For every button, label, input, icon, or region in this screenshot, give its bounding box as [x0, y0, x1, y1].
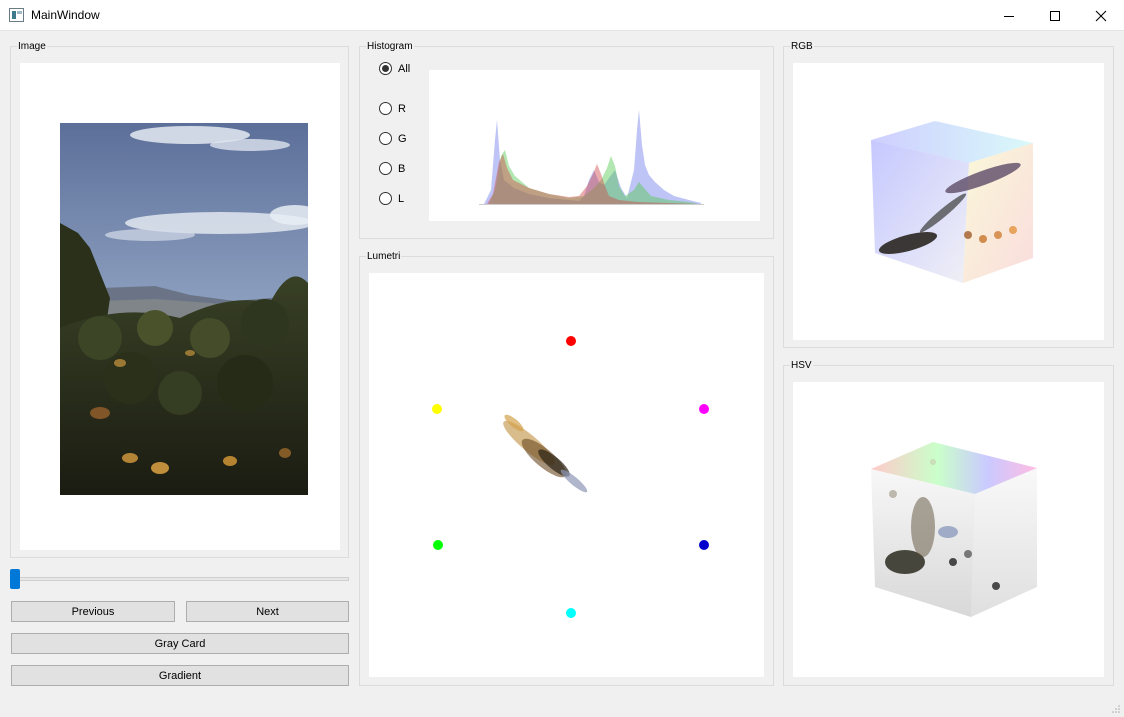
resize-grip-icon[interactable]	[1111, 704, 1121, 714]
rgb-cube	[871, 121, 1033, 283]
radio-all[interactable]: All	[379, 62, 410, 75]
image-group-title: Image	[17, 40, 47, 53]
radio-b[interactable]: B	[379, 162, 405, 175]
lumetri-point-cloud	[503, 414, 588, 493]
close-button[interactable]	[1078, 0, 1124, 31]
maximize-icon	[1050, 10, 1060, 21]
lumetri-target-yellow	[432, 404, 442, 414]
radio-all-indicator[interactable]	[379, 62, 392, 75]
lumetri-group-title: Lumetri	[366, 250, 402, 263]
hsv-view	[793, 382, 1104, 677]
radio-b-label: B	[398, 162, 406, 175]
app-icon	[9, 8, 24, 22]
hsv-group-title: HSV	[790, 359, 813, 372]
minimize-icon	[1004, 15, 1014, 17]
lumetri-view	[369, 273, 764, 677]
gray-card-button[interactable]: Gray Card	[11, 633, 349, 654]
radio-g-indicator[interactable]	[379, 132, 392, 145]
lumetri-target-green	[433, 540, 443, 550]
lumetri-scope	[432, 336, 709, 618]
lumetri-target-red	[566, 336, 576, 346]
gradient-button[interactable]: Gradient	[11, 665, 349, 686]
title-bar: MainWindow	[0, 0, 1124, 31]
lumetri-target-cyan	[566, 608, 576, 618]
radio-r-indicator[interactable]	[379, 102, 392, 115]
image-view	[20, 63, 340, 550]
radio-l[interactable]: L	[379, 192, 404, 205]
image-slider-groove[interactable]	[11, 577, 349, 581]
window-title: MainWindow	[31, 8, 100, 22]
radio-g[interactable]: G	[379, 132, 407, 145]
histogram-group-title: Histogram	[366, 40, 414, 53]
lumetri-target-magenta	[699, 404, 709, 414]
previous-button[interactable]: Previous	[11, 601, 175, 622]
lumetri-target-blue	[699, 540, 709, 550]
hsv-cube	[871, 442, 1037, 617]
histogram-graphic	[479, 110, 704, 205]
next-button[interactable]: Next	[186, 601, 349, 622]
close-icon	[1095, 10, 1107, 21]
maximize-button[interactable]	[1032, 0, 1078, 31]
rgb-view	[793, 63, 1104, 340]
radio-r-label: R	[398, 102, 406, 115]
rgb-group-title: RGB	[790, 40, 814, 53]
photo-thumbnail	[60, 123, 308, 495]
radio-r[interactable]: R	[379, 102, 406, 115]
image-slider-handle[interactable]	[10, 569, 20, 589]
radio-l-label: L	[398, 192, 405, 205]
radio-g-label: G	[398, 132, 407, 145]
minimize-button[interactable]	[986, 0, 1032, 31]
radio-all-label: All	[398, 62, 411, 75]
radio-b-indicator[interactable]	[379, 162, 392, 175]
radio-l-indicator[interactable]	[379, 192, 392, 205]
histogram-plot	[429, 70, 760, 221]
